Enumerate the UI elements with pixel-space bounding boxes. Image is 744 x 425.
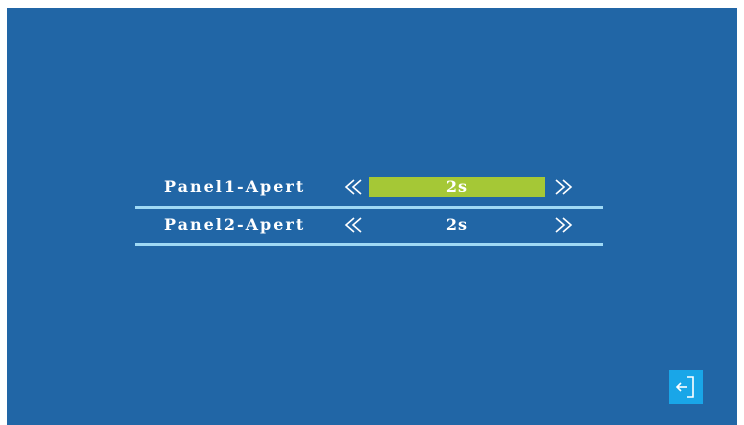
setting-row-panel1-apert[interactable]: Panel1-Apert 2s <box>137 175 603 199</box>
double-chevron-left-icon <box>344 217 362 233</box>
row-divider <box>135 206 603 209</box>
exit-icon <box>675 376 694 398</box>
decrease-button[interactable] <box>342 175 366 199</box>
increase-button[interactable] <box>551 213 575 237</box>
setting-label: Panel2-Apert <box>164 215 306 234</box>
row-divider <box>135 243 603 246</box>
setting-value: 2s <box>369 177 545 197</box>
setting-row-panel2-apert[interactable]: Panel2-Apert 2s <box>137 213 603 237</box>
exit-button[interactable] <box>669 370 703 404</box>
setting-value: 2s <box>445 215 469 234</box>
double-chevron-left-icon <box>344 179 362 195</box>
double-chevron-right-icon <box>555 179 573 195</box>
settings-screen: Panel1-Apert 2s Panel2-Apert 2s <box>7 8 737 425</box>
increase-button[interactable] <box>551 175 575 199</box>
double-chevron-right-icon <box>555 217 573 233</box>
setting-label: Panel1-Apert <box>164 177 306 196</box>
decrease-button[interactable] <box>342 213 366 237</box>
